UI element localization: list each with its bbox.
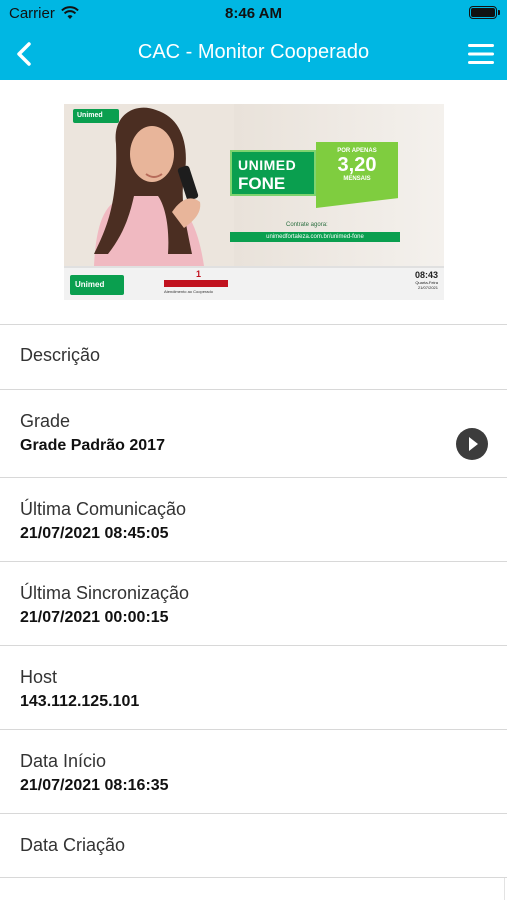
monitor-ticker-bar: Unimed 1 Atendimento ao Cooperado 08:43 … — [64, 266, 444, 300]
field-value: 143.112.125.101 — [20, 693, 140, 710]
advertisement-scene: Unimed UNIMED FONE POR APENAS 3,20 MENSA… — [64, 104, 444, 266]
field-row-ultima-sincronizacao: Última Sincronização 21/07/2021 00:00:15 — [0, 561, 507, 645]
promo-line-1: UNIMED — [238, 157, 297, 173]
navigation-bar: CAC - Monitor Cooperado — [0, 28, 507, 80]
promo-url: unimedfortaleza.com.br/unimed-fone — [230, 232, 400, 242]
field-row-descricao: Descrição — [0, 324, 507, 389]
field-value: 21/07/2021 08:16:35 — [20, 777, 169, 794]
field-row-host: Host 143.112.125.101 — [0, 645, 507, 729]
field-label: Descrição — [20, 345, 101, 365]
status-time: 8:46 AM — [225, 5, 282, 22]
ticket-bar — [164, 280, 228, 287]
field-value: Grade Padrão 2017 — [20, 437, 165, 454]
field-row-grade[interactable]: Grade Grade Padrão 2017 — [0, 389, 507, 477]
field-label: Data Início — [20, 751, 107, 771]
field-label: Última Comunicação — [20, 499, 187, 519]
promo-badge: UNIMED FONE — [230, 150, 316, 196]
monitor-clock: 08:43 Quarta-Feira 21/07/2021 — [415, 270, 438, 290]
page-title: CAC - Monitor Cooperado — [137, 41, 370, 63]
field-label: Última Sincronização — [20, 583, 190, 603]
monitor-screenshot: Unimed UNIMED FONE POR APENAS 3,20 MENSA… — [64, 104, 444, 300]
unimed-logo-bottom: Unimed — [70, 275, 124, 295]
promo-cta: Contrate agora: — [286, 222, 328, 228]
price-value: 3,20 — [337, 154, 377, 176]
field-value: 21/07/2021 00:00:15 — [20, 609, 169, 626]
clock-date: 21/07/2021 — [417, 285, 438, 290]
field-value: 21/07/2021 08:45:05 — [20, 525, 169, 542]
field-row-data-inicio: Data Início 21/07/2021 08:16:35 — [0, 729, 507, 813]
chevron-left-icon[interactable] — [8, 36, 44, 72]
status-bar: Carrier 8:46 AM — [0, 0, 507, 28]
field-label: Grade — [20, 411, 71, 431]
unimed-logo-top: Unimed — [73, 109, 119, 123]
promo-line-2: FONE — [238, 174, 286, 193]
details-list: Descrição Grade Grade Padrão 2017 Última… — [0, 324, 507, 900]
play-circle-icon[interactable] — [456, 428, 488, 460]
price-tag: POR APENAS 3,20 MENSAIS — [316, 142, 398, 208]
field-row-data-criacao: Data Criação — [0, 813, 507, 878]
clock-time: 08:43 — [414, 270, 438, 280]
field-row-ultima-comunicacao: Última Comunicação 21/07/2021 08:45:05 — [0, 477, 507, 561]
woman-on-phone-illustration — [64, 104, 234, 266]
hamburger-menu-icon[interactable] — [465, 38, 497, 70]
monitor-preview: Unimed UNIMED FONE POR APENAS 3,20 MENSA… — [0, 80, 507, 324]
price-suffix: MENSAIS — [343, 176, 371, 182]
field-label: Host — [20, 667, 58, 687]
ticket-label: Atendimento ao Cooperado — [164, 289, 213, 294]
battery-icon — [469, 6, 500, 19]
field-label: Data Criação — [20, 835, 126, 855]
